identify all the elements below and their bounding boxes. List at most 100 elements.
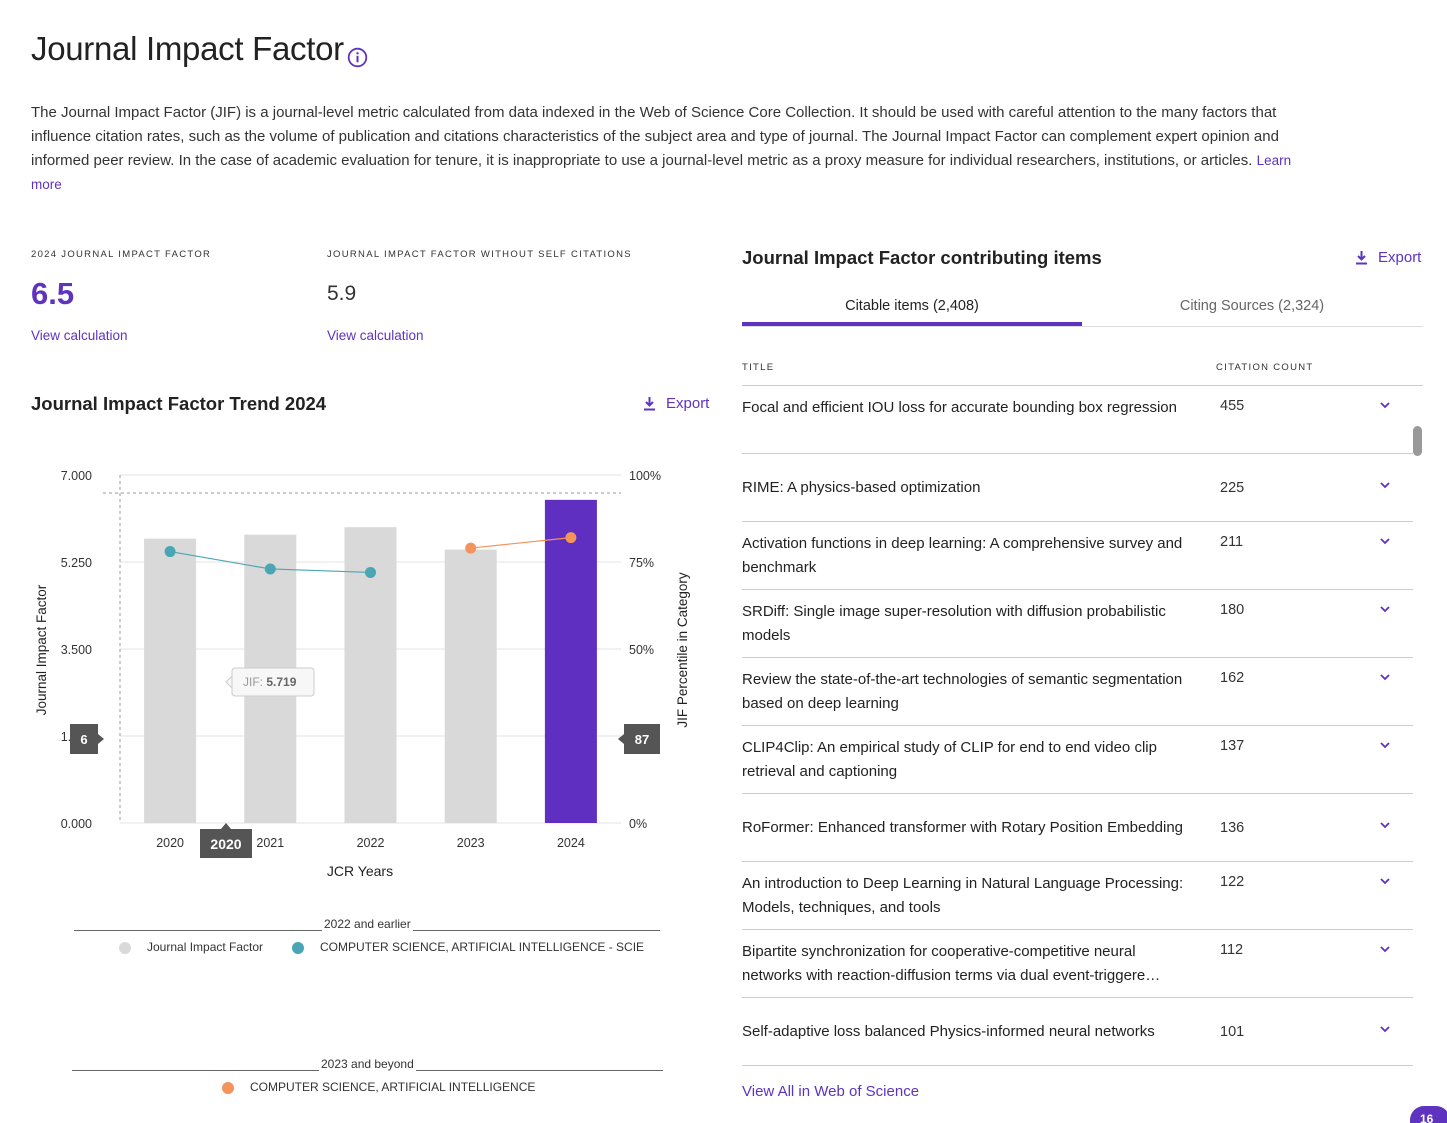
jif-trend-chart: 7.000100%5.25075%3.50050%1.75025%0.0000%… bbox=[34, 469, 690, 879]
trend-export-button[interactable]: Export bbox=[643, 395, 709, 412]
chart-bar bbox=[544, 499, 597, 823]
row-title[interactable]: Review the state-of-the-art technologies… bbox=[742, 668, 1192, 716]
row-title[interactable]: Focal and efficient IOU loss for accurat… bbox=[742, 396, 1192, 420]
y2-tick-label: 75% bbox=[629, 556, 654, 570]
jif-no-self-view-calculation-link[interactable]: View calculation bbox=[327, 328, 424, 343]
jif-no-self-label: JOURNAL IMPACT FACTOR WITHOUT SELF CITAT… bbox=[327, 249, 632, 260]
legend-2023-caption: 2023 and beyond bbox=[319, 1057, 416, 1071]
table-row[interactable]: Focal and efficient IOU loss for accurat… bbox=[742, 386, 1413, 454]
y-tick-label: 7.000 bbox=[61, 469, 92, 483]
row-citation-count: 455 bbox=[1220, 398, 1245, 414]
y2-tick-label: 50% bbox=[629, 643, 654, 657]
list-scrollbar[interactable] bbox=[1413, 426, 1422, 456]
y-axis-title: Journal Impact Factor bbox=[34, 584, 49, 715]
x-tick-label: 2023 bbox=[457, 836, 485, 850]
x-axis-marker-arrow bbox=[221, 823, 231, 829]
jif-no-self-value: 5.9 bbox=[327, 282, 357, 305]
y-tick-label: 0.000 bbox=[61, 817, 92, 831]
download-icon bbox=[644, 396, 655, 410]
x-tick-label: 2021 bbox=[256, 836, 284, 850]
row-title[interactable]: Self-adaptive loss balanced Physics-info… bbox=[742, 1020, 1192, 1044]
table-row[interactable]: RoFormer: Enhanced transformer with Rota… bbox=[742, 794, 1413, 862]
x-tick-label: 2024 bbox=[557, 836, 585, 850]
contributing-tabs: Citable items (2,408) Citing Sources (2,… bbox=[742, 290, 1423, 327]
table-row[interactable]: Review the state-of-the-art technologies… bbox=[742, 658, 1413, 726]
contributing-title: Journal Impact Factor contributing items bbox=[742, 247, 1102, 268]
legend-ai-label: COMPUTER SCIENCE, ARTIFICIAL INTELLIGENC… bbox=[250, 1080, 536, 1094]
chevron-down-icon[interactable] bbox=[1378, 536, 1392, 546]
trend-title: Journal Impact Factor Trend 2024 bbox=[31, 393, 327, 414]
y-axis-marker-text: 6 bbox=[80, 732, 87, 747]
legend-ai-dot bbox=[222, 1082, 234, 1094]
row-title[interactable]: SRDiff: Single image super-resolution wi… bbox=[742, 600, 1192, 648]
x-axis-marker-text: 2020 bbox=[210, 836, 241, 852]
chevron-down-icon[interactable] bbox=[1378, 604, 1392, 614]
row-title[interactable]: Bipartite synchronization for cooperativ… bbox=[742, 940, 1192, 988]
jif-tooltip-text: JIF: 5.719 bbox=[243, 675, 297, 689]
chevron-down-icon[interactable] bbox=[1378, 876, 1392, 886]
series-point bbox=[164, 546, 176, 558]
row-citation-count: 162 bbox=[1220, 670, 1245, 686]
jif-view-calculation-link[interactable]: View calculation bbox=[31, 328, 128, 343]
row-citation-count: 101 bbox=[1220, 1024, 1245, 1040]
y2-tick-label: 0% bbox=[629, 817, 647, 831]
legend-2022-caption: 2022 and earlier bbox=[322, 917, 413, 931]
info-icon[interactable] bbox=[347, 47, 368, 68]
table-row[interactable]: RIME: A physics-based optimization 225 bbox=[742, 454, 1413, 522]
row-citation-count: 137 bbox=[1220, 738, 1245, 754]
chevron-down-icon[interactable] bbox=[1378, 820, 1392, 830]
chevron-down-icon[interactable] bbox=[1378, 672, 1392, 682]
chevron-down-icon[interactable] bbox=[1378, 740, 1392, 750]
tab-citable-items[interactable]: Citable items (2,408) bbox=[742, 290, 1082, 326]
table-row[interactable]: SRDiff: Single image super-resolution wi… bbox=[742, 590, 1413, 658]
series-point bbox=[264, 563, 276, 575]
download-icon bbox=[1356, 250, 1367, 264]
legend-jif-label: Journal Impact Factor bbox=[147, 940, 264, 954]
y2-axis-title: JIF Percentile in Category bbox=[675, 572, 690, 728]
chevron-down-icon[interactable] bbox=[1378, 480, 1392, 490]
table-row[interactable]: Self-adaptive loss balanced Physics-info… bbox=[742, 998, 1413, 1066]
row-citation-count: 136 bbox=[1220, 820, 1245, 836]
row-title[interactable]: CLIP4Clip: An empirical study of CLIP fo… bbox=[742, 736, 1192, 784]
series-point bbox=[465, 542, 477, 554]
row-title[interactable]: RoFormer: Enhanced transformer with Rota… bbox=[742, 816, 1192, 840]
row-citation-count: 112 bbox=[1220, 942, 1244, 958]
x-tick-label: 2020 bbox=[156, 836, 184, 850]
row-title[interactable]: An introduction to Deep Learning in Natu… bbox=[742, 872, 1192, 920]
table-row[interactable]: CLIP4Clip: An empirical study of CLIP fo… bbox=[742, 726, 1413, 794]
table-row[interactable]: An introduction to Deep Learning in Natu… bbox=[742, 862, 1413, 930]
jif-tooltip-arrow bbox=[225, 674, 233, 690]
column-title-header: TITLE bbox=[742, 362, 775, 373]
row-citation-count: 225 bbox=[1220, 480, 1245, 496]
x-axis-title: JCR Years bbox=[327, 863, 393, 879]
y2-axis-marker-text: 87 bbox=[635, 732, 649, 747]
contributing-export-label: Export bbox=[1378, 249, 1422, 266]
series-point bbox=[565, 532, 577, 544]
notification-badge[interactable]: 16 bbox=[1410, 1106, 1447, 1123]
trend-export-label: Export bbox=[666, 395, 710, 412]
table-row[interactable]: Bipartite synchronization for cooperativ… bbox=[742, 930, 1413, 998]
y-tick-label: 5.250 bbox=[61, 556, 92, 570]
series-point bbox=[365, 566, 376, 578]
chart-bar bbox=[144, 538, 197, 823]
y-tick-label: 3.500 bbox=[61, 643, 92, 657]
chevron-down-icon[interactable] bbox=[1378, 1024, 1392, 1034]
chart-bar bbox=[444, 549, 497, 823]
y2-tick-label: 100% bbox=[629, 469, 661, 483]
tab-citing-sources[interactable]: Citing Sources (2,324) bbox=[1082, 290, 1422, 326]
legend-scie-dot bbox=[292, 942, 304, 954]
chevron-down-icon[interactable] bbox=[1378, 944, 1392, 954]
description-text: The Journal Impact Factor (JIF) is a jou… bbox=[31, 104, 1279, 169]
jif-label: 2024 JOURNAL IMPACT FACTOR bbox=[31, 249, 212, 260]
table-row[interactable]: Activation functions in deep learning: A… bbox=[742, 522, 1413, 590]
description: The Journal Impact Factor (JIF) is a jou… bbox=[31, 101, 1301, 197]
row-title[interactable]: RIME: A physics-based optimization bbox=[742, 476, 1192, 500]
row-citation-count: 122 bbox=[1220, 874, 1245, 890]
y-axis-marker-arrow bbox=[98, 734, 104, 744]
chevron-down-icon[interactable] bbox=[1378, 400, 1392, 410]
row-citation-count: 180 bbox=[1220, 602, 1245, 618]
contributing-export-button[interactable]: Export bbox=[1355, 249, 1421, 266]
view-all-link[interactable]: View All in Web of Science bbox=[742, 1083, 919, 1100]
x-tick-label: 2022 bbox=[357, 836, 385, 850]
row-title[interactable]: Activation functions in deep learning: A… bbox=[742, 532, 1192, 580]
